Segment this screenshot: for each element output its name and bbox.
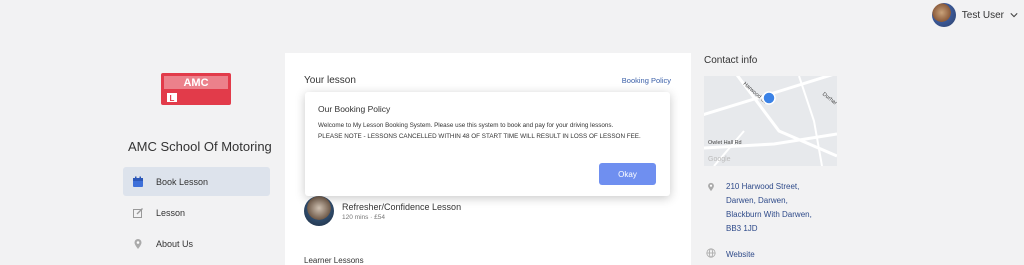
sidebar-item-lesson[interactable]: Lesson xyxy=(123,198,270,227)
globe-icon xyxy=(706,245,716,263)
location-map[interactable]: Harwood St Durhar Owlet Hall Rd Google xyxy=(704,76,837,166)
address-line: Darwen, Darwen, xyxy=(726,196,788,205)
user-menu[interactable]: Test User xyxy=(931,3,1018,27)
map-brand: Google xyxy=(708,156,731,163)
modal-title: Our Booking Policy xyxy=(318,104,391,114)
chevron-down-icon[interactable] xyxy=(1010,11,1018,19)
sidebar-item-label: About Us xyxy=(156,238,194,249)
map-roads xyxy=(704,76,837,166)
booking-policy-modal: Our Booking Policy Welcome to My Lesson … xyxy=(305,92,670,196)
modal-body-line: Welcome to My Lesson Booking System. Ple… xyxy=(318,122,614,129)
address: 210 Harwood Street, Darwen, Darwen, Blac… xyxy=(706,180,812,236)
logo-text: AMC xyxy=(183,77,208,89)
sidebar-item-label: Book Lesson xyxy=(156,176,209,187)
lesson-thumbnail xyxy=(304,196,334,226)
modal-body-line: PLEASE NOTE - LESSONS CANCELLED WITHIN 4… xyxy=(318,132,641,140)
sidebar-item-label: Lesson xyxy=(156,207,186,218)
website-link[interactable]: Website xyxy=(726,250,755,259)
website-row: Website xyxy=(706,245,755,263)
map-label: Owlet Hall Rd xyxy=(708,140,742,146)
panel-title: Your lesson xyxy=(304,75,356,86)
school-name: AMC School Of Motoring xyxy=(128,139,272,154)
address-line: 210 Harwood Street, xyxy=(726,182,800,191)
calendar-icon xyxy=(132,176,144,188)
map-marker-icon xyxy=(762,91,776,105)
location-pin-icon xyxy=(706,180,716,236)
sidebar-item-about-us[interactable]: About Us xyxy=(123,229,270,258)
edit-icon xyxy=(132,207,144,219)
lesson-title: Refresher/Confidence Lesson xyxy=(342,201,462,212)
okay-button[interactable]: Okay xyxy=(599,163,656,185)
lesson-meta: 120 mins · £54 xyxy=(342,213,385,221)
modal-body: Welcome to My Lesson Booking System. Ple… xyxy=(318,121,658,142)
address-text[interactable]: 210 Harwood Street, Darwen, Darwen, Blac… xyxy=(726,180,812,236)
sidebar-item-book-lesson[interactable]: Book Lesson xyxy=(123,167,270,196)
school-logo: AMC L xyxy=(160,72,232,106)
svg-text:L: L xyxy=(170,94,175,103)
address-line: Blackburn With Darwen, xyxy=(726,210,812,219)
user-name[interactable]: Test User xyxy=(962,10,1004,21)
booking-policy-link[interactable]: Booking Policy xyxy=(622,76,671,85)
avatar[interactable] xyxy=(931,3,956,27)
sidebar-nav: Book Lesson Lesson About Us xyxy=(123,167,270,260)
learner-lessons-heading: Learner Lessons xyxy=(304,256,364,265)
lesson-item[interactable]: Refresher/Confidence Lesson 120 mins · £… xyxy=(304,196,461,226)
contact-title: Contact info xyxy=(704,55,758,66)
address-line: BB3 1JD xyxy=(726,224,758,233)
location-pin-icon xyxy=(132,238,144,250)
